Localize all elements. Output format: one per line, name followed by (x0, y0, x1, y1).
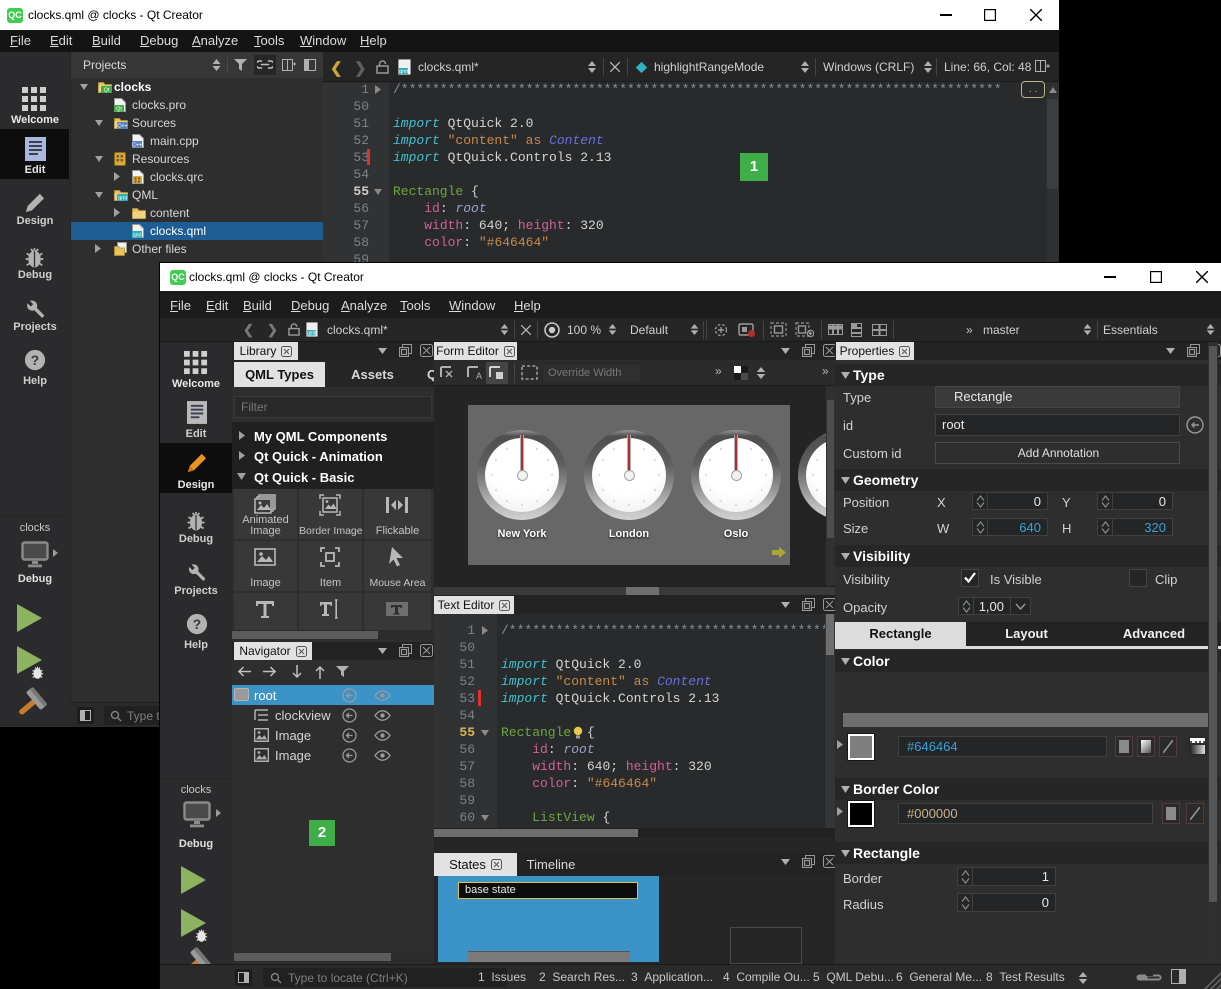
svg-text:C++: C++ (132, 143, 142, 149)
svg-text:?: ? (193, 617, 201, 632)
svg-text:qml: qml (307, 331, 315, 337)
svg-text:?: ? (31, 353, 39, 368)
svg-text:qml: qml (133, 233, 142, 239)
svg-text:C++: C++ (117, 124, 127, 129)
svg-text:Qt: Qt (104, 88, 110, 93)
svg-text:A: A (476, 371, 482, 380)
svg-text:qml: qml (118, 196, 127, 201)
svg-text:Qt: Qt (116, 107, 122, 113)
svg-text:qml: qml (399, 69, 408, 75)
